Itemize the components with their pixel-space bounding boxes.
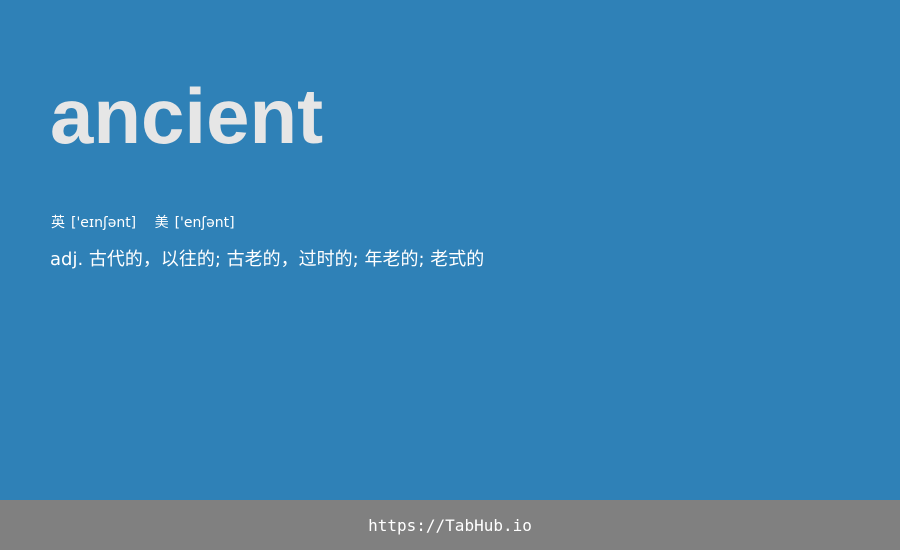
uk-ipa: ['eɪnʃənt]: [71, 215, 137, 231]
us-ipa: ['enʃənt]: [174, 215, 235, 231]
us-phonetic: 美 ['enʃənt]: [155, 212, 235, 234]
us-label: 美: [154, 215, 169, 231]
word-card: ancient 英 ['eɪnʃənt] 美 ['enʃənt] adj. 古代的，…: [0, 0, 900, 500]
footer-url-link[interactable]: https://TabHub.io: [368, 516, 532, 535]
footer-bar: https://TabHub.io: [0, 500, 900, 550]
uk-phonetic: 英 ['eɪnʃənt]: [51, 212, 136, 234]
phonetics-row: 英 ['eɪnʃənt] 美 ['enʃənt]: [51, 212, 249, 234]
uk-label: 英: [51, 215, 65, 231]
headword: ancient: [50, 72, 324, 160]
definition-text: adj. 古代的，以往的; 古老的，过时的; 年老的; 老式的: [50, 249, 485, 270]
